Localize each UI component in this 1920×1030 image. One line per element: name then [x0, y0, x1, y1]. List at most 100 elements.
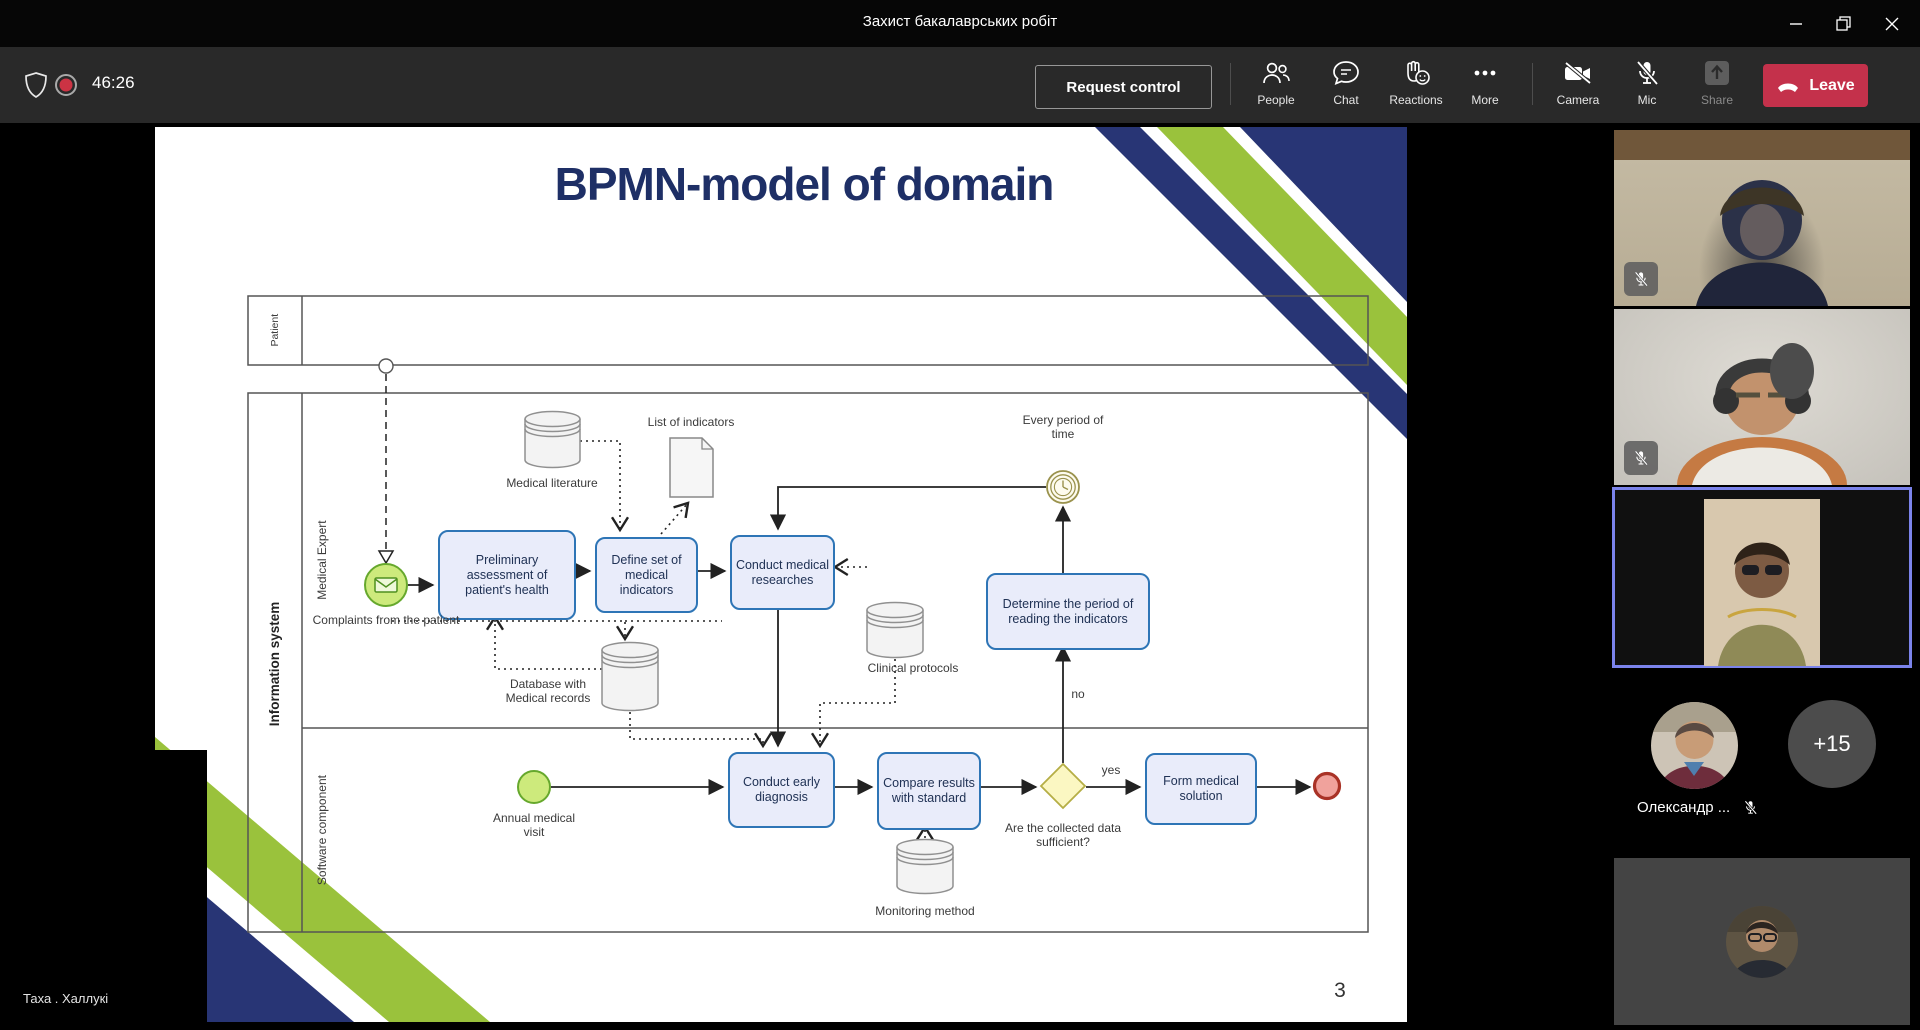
envelope-icon: [375, 578, 397, 592]
participant-1-video: [1614, 130, 1910, 306]
data-associations: [392, 441, 925, 838]
toolbar-divider: [1532, 63, 1533, 105]
label-yes: yes: [1095, 763, 1127, 777]
people-icon: [1261, 59, 1291, 87]
label-no: no: [1065, 687, 1091, 701]
mic-off-icon: [1742, 799, 1759, 816]
avatar: [1726, 906, 1798, 978]
mic-button[interactable]: Mic: [1615, 59, 1679, 117]
close-icon: [1884, 16, 1900, 32]
mic-off-icon: [1632, 270, 1650, 288]
teams-meeting-window: Захист бакалаврських робіт: [0, 0, 1920, 1030]
message-arrowhead: [379, 551, 393, 563]
gateway-diamond: [1041, 764, 1085, 808]
minimize-icon: [1788, 16, 1804, 32]
hangup-icon: [1776, 79, 1800, 93]
pool-label-information-system: Information system: [267, 589, 283, 739]
lane-label-medical-expert: Medical Expert: [315, 510, 329, 610]
camera-button[interactable]: Camera: [1546, 59, 1610, 117]
timer-event: [1047, 471, 1079, 503]
reactions-icon: [1400, 59, 1432, 87]
task-conduct-researches: Conduct medical researches: [730, 535, 835, 610]
chat-button[interactable]: Chat: [1314, 59, 1378, 117]
participant-avatar-photo: [1651, 702, 1738, 789]
label-monitoring-method: Monitoring method: [855, 904, 995, 918]
meeting-title: Захист бакалаврських робіт: [0, 13, 1920, 30]
video-tile-active-speaker[interactable]: [1614, 489, 1910, 666]
reactions-label: Reactions: [1389, 93, 1442, 107]
share-button[interactable]: Share: [1685, 59, 1749, 117]
people-button[interactable]: People: [1244, 59, 1308, 117]
start-event-annual: [518, 771, 550, 803]
camera-label: Camera: [1557, 93, 1600, 107]
label-gateway-question: Are the collected data sufficient?: [993, 821, 1133, 849]
label-annual-visit: Annual medical visit: [489, 811, 579, 839]
document-shape: [670, 438, 713, 497]
people-label: People: [1257, 93, 1294, 107]
overflow-participants-badge[interactable]: +15: [1788, 700, 1876, 788]
chat-label: Chat: [1333, 93, 1358, 107]
share-screen-icon: [1702, 59, 1732, 87]
video-tile-participant-1[interactable]: [1614, 130, 1910, 306]
presenter-overlay: Таха . Халлукі: [5, 750, 207, 1022]
leave-label: Leave: [1809, 77, 1854, 95]
more-button[interactable]: More: [1453, 59, 1517, 117]
task-determine-period: Determine the period of reading the indi…: [986, 573, 1150, 650]
label-database: Database with Medical records: [491, 677, 605, 705]
request-control-button[interactable]: Request control: [1035, 65, 1212, 109]
participant-2-video: [1614, 309, 1910, 485]
end-event: [1315, 774, 1340, 799]
participant-4-avatar-photo: [1726, 906, 1798, 978]
title-bar: Захист бакалаврських робіт: [0, 0, 1920, 47]
participant-row: Олександр ...: [1637, 795, 1877, 819]
minimize-button[interactable]: [1773, 0, 1819, 47]
camera-off-icon: [1562, 59, 1594, 87]
more-label: More: [1471, 93, 1498, 107]
presenter-name: Таха . Халлукі: [23, 991, 108, 1006]
active-speaker-video: [1704, 499, 1820, 666]
participant-3-video: [1704, 499, 1820, 666]
lane-label-patient: Patient: [269, 280, 281, 380]
link-circle: [379, 359, 393, 373]
participants-sidebar: +15 Олександр ...: [1410, 123, 1920, 1026]
label-complaints: Complaints from the patient: [311, 613, 461, 627]
task-form-solution: Form medical solution: [1145, 753, 1257, 825]
leave-button[interactable]: Leave: [1763, 64, 1868, 107]
lane-label-software-component: Software component: [315, 755, 329, 905]
reactions-button[interactable]: Reactions: [1381, 59, 1451, 117]
chat-icon: [1331, 59, 1361, 87]
label-medical-literature: Medical literature: [502, 476, 602, 490]
more-icon: [1470, 59, 1500, 87]
muted-badge: [1624, 441, 1658, 475]
start-event-complaints: [365, 564, 407, 606]
video-tile-participant-2[interactable]: [1614, 309, 1910, 485]
label-clinical-protocols: Clinical protocols: [867, 661, 959, 675]
video-tile-participant-4[interactable]: [1614, 858, 1910, 1025]
mic-off-icon: [1632, 449, 1650, 467]
share-label: Share: [1701, 93, 1733, 107]
task-preliminary-assessment: Preliminary assessment of patient's heal…: [438, 530, 576, 620]
close-button[interactable]: [1869, 0, 1915, 47]
avatar[interactable]: [1651, 702, 1738, 789]
participant-name: Олександр ...: [1637, 799, 1730, 816]
muted-badge: [1624, 262, 1658, 296]
task-conduct-diagnosis: Conduct early diagnosis: [728, 752, 835, 828]
store-clinical-protocols: [867, 603, 923, 658]
mic-off-icon: [1632, 59, 1662, 87]
meeting-toolbar: 46:26 Request control People Chat: [0, 47, 1920, 123]
recording-indicator: [54, 73, 78, 102]
task-compare-results: Compare results with standard: [877, 752, 981, 830]
store-medical-literature: [525, 412, 580, 468]
store-monitoring-method: [897, 840, 953, 894]
label-every-period: Every period of time: [1013, 413, 1113, 441]
mic-label: Mic: [1638, 93, 1657, 107]
shield-icon: [24, 72, 48, 103]
presentation-slide: BPMN-model of domain: [155, 127, 1407, 1022]
restore-button[interactable]: [1821, 0, 1867, 47]
shared-screen-region: BPMN-model of domain: [5, 123, 1410, 1026]
task-define-indicators: Define set of medical indicators: [595, 537, 698, 613]
toolbar-divider: [1230, 63, 1231, 105]
store-database: [602, 643, 658, 711]
restore-icon: [1835, 15, 1853, 33]
meeting-timer: 46:26: [92, 73, 135, 93]
